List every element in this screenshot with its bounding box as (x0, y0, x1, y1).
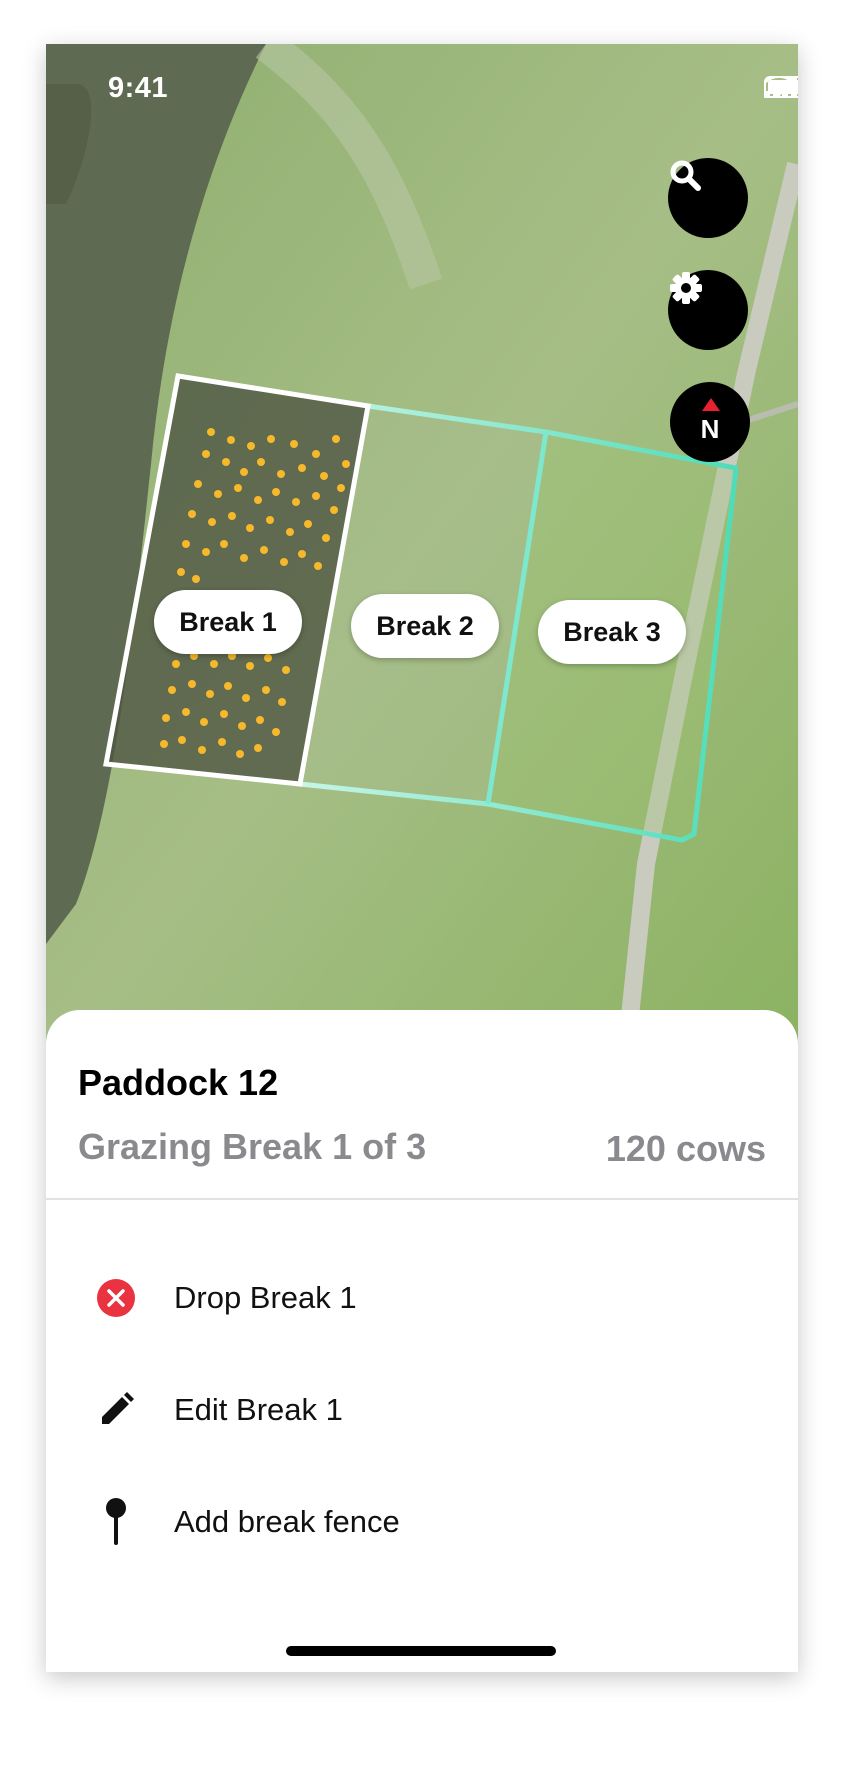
phone-screen: 9:41 N Break 1 Break 2 Break 3 Paddock 1… (46, 44, 798, 1672)
divider (46, 1198, 798, 1200)
edit-break-label: Edit Break 1 (174, 1392, 343, 1427)
break-label-3[interactable]: Break 3 (538, 600, 686, 664)
drop-break-button[interactable]: Drop Break 1 (46, 1250, 798, 1346)
battery-icon (764, 76, 798, 98)
home-indicator[interactable] (286, 1646, 556, 1656)
compass-button[interactable]: N (670, 382, 750, 462)
break-label-1[interactable]: Break 1 (154, 590, 302, 654)
edit-break-button[interactable]: Edit Break 1 (46, 1362, 798, 1458)
gear-icon (670, 272, 702, 304)
compass-label: N (700, 413, 720, 444)
close-circle-icon (96, 1278, 136, 1318)
settings-button[interactable] (668, 270, 748, 350)
add-break-fence-label: Add break fence (174, 1504, 400, 1539)
paddock-title: Paddock 12 (78, 1062, 279, 1103)
cow-count: 120 cows (605, 1128, 766, 1169)
pencil-icon (96, 1390, 136, 1430)
bottom-sheet: Paddock 12 Grazing Break 1 of 3 120 cows… (46, 1010, 798, 1672)
search-icon (670, 160, 701, 191)
add-break-fence-button[interactable]: Add break fence (46, 1474, 798, 1570)
satellite-map[interactable]: 9:41 N Break 1 Break 2 Break 3 (46, 44, 798, 1054)
status-time: 9:41 (108, 72, 169, 104)
search-button[interactable] (668, 158, 748, 238)
status-bar: 9:41 (46, 44, 798, 132)
grazing-break-subtitle: Grazing Break 1 of 3 (78, 1126, 427, 1167)
pin-icon (96, 1498, 136, 1545)
break-label-2[interactable]: Break 2 (351, 594, 499, 658)
north-arrow-icon (702, 398, 720, 411)
drop-break-label: Drop Break 1 (174, 1280, 357, 1315)
